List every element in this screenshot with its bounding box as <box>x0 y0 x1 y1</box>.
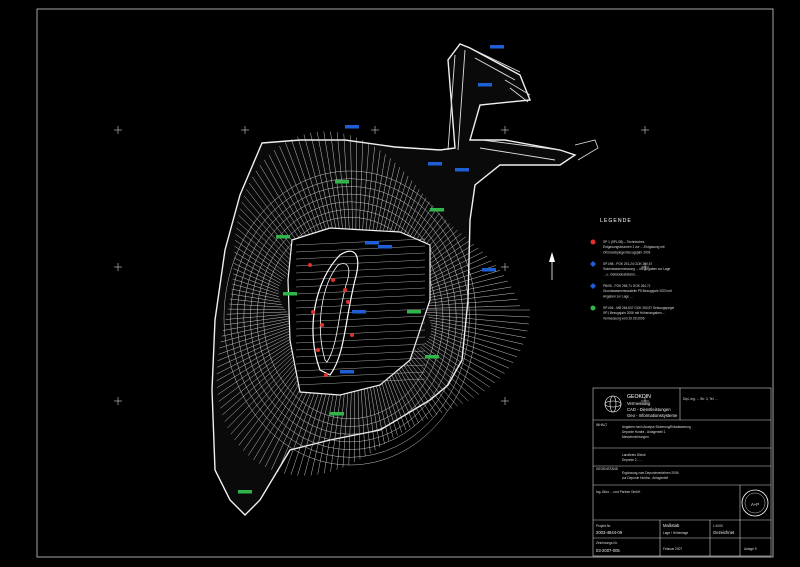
section-1-line-1: Angaben nach Analyse Sickerung/Entwässer… <box>622 425 691 429</box>
project-label: Projekt-Nr. <box>596 524 611 528</box>
legend-item-text: Entgasungsbrunnen 1 zur ...-Entgasung mi… <box>603 245 665 249</box>
blue-measurement-label <box>365 241 379 245</box>
legend-symbol-green-dot-icon <box>590 305 596 311</box>
blue-measurement-label <box>478 83 492 87</box>
landfill-site-plan <box>211 43 599 516</box>
blue-measurement-label <box>378 245 392 249</box>
red-measurement-point <box>350 333 354 337</box>
legend-title: LEGENDE <box>600 218 632 224</box>
legend-symbol-blue-diamond-icon <box>590 283 596 289</box>
green-measurement-label <box>335 180 349 184</box>
legend: LEGENDE SP 1 (SPL/05) – TechnischesEntga… <box>590 218 674 320</box>
section-2-line-1: Landkreis Dixlob <box>622 453 646 457</box>
red-measurement-point <box>316 348 320 352</box>
green-measurement-label <box>238 490 252 494</box>
legend-item-text: Ortsrandspiegel Bezugsjahr 2003 <box>603 250 651 254</box>
blue-measurement-label <box>340 370 354 374</box>
legend-item-text: SP1/98 - POK 291,24 GOK 290,67 <box>603 262 652 266</box>
company-contact: Dipl.-Ing. ... Str. 3, Tel. ... <box>683 397 718 401</box>
section-1-line-3: Messeinrichtungen <box>622 435 649 439</box>
blue-measurement-label <box>482 268 496 272</box>
red-measurement-point <box>346 300 350 304</box>
scale-label: Maßstab <box>663 523 680 528</box>
red-measurement-point <box>331 278 335 282</box>
client-line: Ing.-Büro ... und Partner GmbH <box>596 490 641 494</box>
checked-label: Gezeichnet <box>713 530 735 535</box>
legend-item-text: Sickerwassermessung ... mit Angaben zur … <box>603 267 671 271</box>
legend-item-text: SP1/06 - MB 264,637 GOK 263,97 Setzungsp… <box>603 306 674 310</box>
blue-measurement-label <box>345 125 359 129</box>
legend-item-text: SP1 Bezugsjahr 2006 mit Höhenangaben ... <box>603 311 665 315</box>
green-measurement-label <box>425 355 439 359</box>
blue-measurement-label <box>352 310 366 314</box>
green-measurement-label <box>330 412 344 416</box>
cad-drawing-canvas: LEGENDE SP 1 (SPL/05) – TechnischesEntga… <box>36 8 774 558</box>
view-label: Lage / Höhenlage <box>663 531 688 535</box>
company-logo-icon <box>604 395 622 413</box>
company-line-3: Geo - Informationssysteme <box>627 413 678 418</box>
green-measurement-label <box>283 292 297 296</box>
section-3-line-2: zur Deponie Hunfra - Anlagenteil <box>622 476 668 480</box>
drawing-label: Zeichnungs-Nr. <box>596 541 618 545</box>
client-logo-text: A+P <box>751 502 759 507</box>
sheet-value: Anlage 9 <box>744 547 757 551</box>
legend-item-text: ... u. Gebäudeabstand ... <box>603 272 638 276</box>
blue-measurement-label <box>490 45 504 49</box>
section-3-line-1: Ergänzung zum Deponieverfahren 2006 <box>622 471 679 475</box>
drawing-value: 03-2007-005 <box>596 548 620 553</box>
north-arrow-icon <box>549 252 555 280</box>
red-measurement-point <box>320 323 324 327</box>
legend-item-text: PB/05 - POK 265,71 GOK 264,71 <box>603 284 651 288</box>
green-measurement-label <box>276 235 290 239</box>
company-line-1: Vermessung <box>627 401 651 406</box>
date-value: Februar 2007 <box>663 547 682 551</box>
blue-measurement-label <box>428 162 442 166</box>
red-measurement-point <box>311 310 315 314</box>
section-1-label: INHALT <box>596 423 607 427</box>
section-2-line-2: Deponie 2 - ... <box>622 458 642 462</box>
green-measurement-label <box>407 310 421 314</box>
legend-item-text: Angaben zur Lage ... <box>603 294 633 298</box>
client-logo-icon: A+P <box>741 489 769 517</box>
company-name: GEOKDIN <box>627 394 651 400</box>
red-measurement-point <box>308 263 312 267</box>
section-3-label: GEGENSTAND <box>596 467 619 471</box>
blue-measurement-label <box>455 168 469 172</box>
section-1-line-2: Deponie Hunfra - Anlagenteil 1 <box>622 430 666 434</box>
red-measurement-point <box>324 373 328 377</box>
legend-item-text: Grundwassermessstelle P5 Bezugsjahr 2003… <box>603 289 672 293</box>
legend-item-text: SP 1 (SPL/05) – Technisches <box>603 240 645 244</box>
green-measurement-label <box>430 208 444 212</box>
project-value: 2003-4844-09 <box>596 530 623 535</box>
company-line-2: CAD - Dienstleistungen <box>627 407 671 412</box>
legend-symbol-blue-diamond-icon <box>590 261 596 267</box>
scale-value: 1:1000 <box>713 524 723 528</box>
legend-symbol-red-dot-icon <box>590 239 596 245</box>
legend-item-text: Vermessung vom 20.09.2006 <box>603 316 645 320</box>
red-measurement-point <box>343 288 347 292</box>
